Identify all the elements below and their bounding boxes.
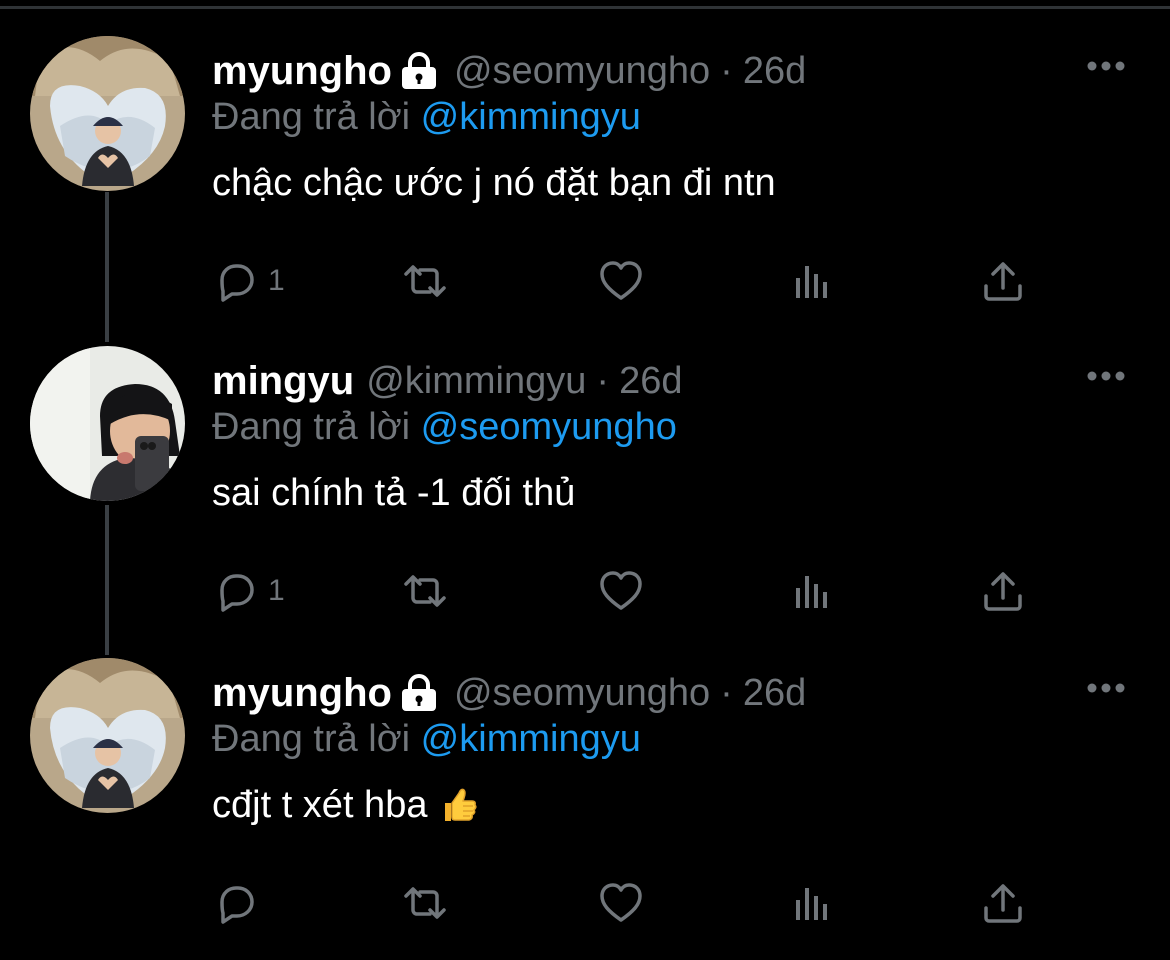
like-button[interactable] [598, 256, 644, 306]
thumbs-up-icon [439, 785, 479, 825]
replying-to-line: Đang trả lời @kimmingyu [212, 718, 641, 761]
replying-to-label: Đang trả lời [212, 96, 411, 138]
timestamp[interactable]: 26d [619, 360, 682, 403]
replying-to-mention[interactable]: @kimmingyu [421, 718, 641, 760]
user-handle[interactable]: @seomyungho [454, 50, 710, 93]
reply-button[interactable] [212, 878, 268, 928]
retweet-button[interactable] [402, 566, 448, 616]
lock-icon [398, 52, 440, 90]
replying-to-line: Đang trả lời @seomyungho [212, 406, 677, 449]
reply-icon [220, 886, 254, 924]
reply-count: 1 [268, 264, 285, 297]
separator-dot: · [596, 359, 610, 402]
lock-icon [398, 674, 440, 712]
tweet-text: cđjt t xét hba [212, 784, 479, 827]
tweet-header: myungho @seomyungho · 26d [212, 668, 806, 718]
heart-icon [600, 571, 642, 610]
share-button[interactable] [980, 566, 1026, 616]
reply-icon [220, 264, 254, 302]
replying-to-mention[interactable]: @seomyungho [421, 406, 677, 448]
tweet-text-content: cđjt t xét hba [212, 784, 428, 826]
tweet[interactable]: myungho @seomyungho · 26d Đang trả lời @… [0, 658, 1170, 958]
share-icon [984, 572, 1022, 611]
reply-button[interactable]: 1 [212, 256, 285, 306]
action-bar [212, 878, 1042, 928]
like-button[interactable] [598, 566, 644, 616]
user-handle[interactable]: @kimmingyu [366, 360, 586, 403]
reply-icon [220, 574, 254, 612]
analytics-icon [796, 576, 827, 608]
separator-dot: · [720, 49, 733, 92]
tweet[interactable]: myungho @seomyungho · 26d Đang trả lời @… [0, 36, 1170, 336]
like-button[interactable] [598, 878, 644, 928]
retweet-button[interactable] [402, 256, 448, 306]
retweet-button[interactable] [402, 878, 448, 928]
avatar[interactable] [30, 658, 185, 813]
avatar[interactable] [30, 346, 185, 501]
tweet-text: sai chính tả -1 đối thủ [212, 472, 576, 514]
timestamp[interactable]: 26d [743, 50, 806, 93]
analytics-icon [796, 888, 827, 920]
retweet-icon [404, 887, 446, 919]
action-bar: 1 [212, 566, 1042, 616]
replying-to-label: Đang trả lời [212, 406, 411, 448]
separator-dot: · [720, 671, 733, 714]
views-button[interactable] [790, 566, 836, 616]
replying-to-mention[interactable]: @kimmingyu [421, 96, 641, 138]
tweet[interactable]: mingyu @kimmingyu · 26d Đang trả lời @se… [0, 346, 1170, 646]
heart-icon [600, 261, 642, 300]
views-button[interactable] [790, 256, 836, 306]
share-icon [984, 262, 1022, 301]
tweet-header: myungho @seomyungho · 26d [212, 46, 806, 96]
share-icon [984, 884, 1022, 923]
tweet-text: chậc chậc ước j nó đặt bạn đi ntn [212, 162, 776, 204]
avatar[interactable] [30, 36, 185, 191]
replying-to-label: Đang trả lời [212, 718, 411, 760]
action-bar: 1 [212, 256, 1042, 306]
views-button[interactable] [790, 878, 836, 928]
replying-to-line: Đang trả lời @kimmingyu [212, 96, 641, 139]
more-icon[interactable] [1086, 680, 1126, 696]
heart-icon [600, 883, 642, 922]
user-handle[interactable]: @seomyungho [454, 672, 710, 715]
share-button[interactable] [980, 256, 1026, 306]
reply-count: 1 [268, 574, 285, 607]
more-icon[interactable] [1086, 58, 1126, 74]
timestamp[interactable]: 26d [743, 672, 806, 715]
analytics-icon [796, 266, 827, 298]
retweet-icon [404, 575, 446, 607]
retweet-icon [404, 265, 446, 297]
share-button[interactable] [980, 878, 1026, 928]
display-name[interactable]: myungho [212, 671, 392, 716]
top-divider [0, 6, 1170, 9]
tweet-header: mingyu @kimmingyu · 26d [212, 356, 682, 406]
more-icon[interactable] [1086, 368, 1126, 384]
display-name[interactable]: mingyu [212, 359, 354, 404]
reply-button[interactable]: 1 [212, 566, 285, 616]
display-name[interactable]: myungho [212, 49, 392, 94]
